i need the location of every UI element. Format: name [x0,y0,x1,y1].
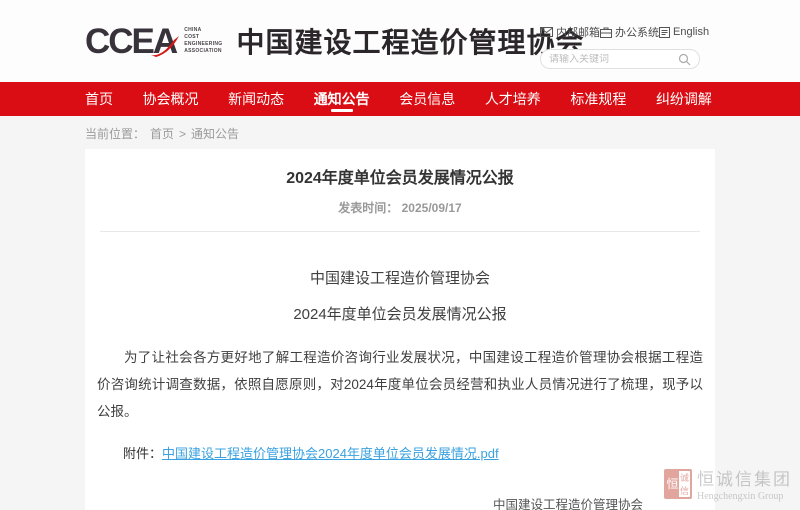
breadcrumb-prefix: 当前位置： [85,125,145,142]
breadcrumb-home-link[interactable]: 首页 [150,125,174,142]
search-box [540,49,700,69]
search-input[interactable] [549,54,678,65]
header-utilities: 内部邮箱 办公系统 English [540,24,700,69]
mail-icon [540,27,553,37]
nav-item-label: 会员信息 [399,89,455,109]
nav-item-about[interactable]: 协会概况 [143,82,199,116]
search-icon [678,53,691,66]
nav-item-label: 通知公告 [314,89,370,109]
translate-icon [659,27,670,38]
attachment-pdf-link[interactable]: 中国建设工程造价管理协会2024年度单位会员发展情况.pdf [162,446,499,461]
nav-item-training[interactable]: 人才培养 [485,82,541,116]
utility-links: 内部邮箱 办公系统 English [540,24,700,40]
nav-item-home[interactable]: 首页 [85,82,113,116]
logo-subline: ENGINEERING [184,41,222,48]
utility-link-label: 办公系统 [615,24,659,40]
breadcrumb-current: 通知公告 [191,125,239,142]
article-heading-org: 中国建设工程造价管理协会 [85,267,715,288]
article-body: 为了让社会各方更好地了解工程造价咨询行业发展状况，中国建设工程造价管理协会根据工… [97,344,703,425]
article-publish-date: 发表时间： 2025/09/17 [85,199,715,216]
nav-item-label: 标准规程 [570,89,626,109]
breadcrumb-separator: > [179,127,186,141]
main-nav: 首页 协会概况 新闻动态 通知公告 会员信息 人才培养 标准规程 纠纷调解 [0,82,800,116]
attachment-label: 附件： [123,446,162,461]
article-heading-title: 2024年度单位会员发展情况公报 [85,303,715,324]
site-header: CCEA CHINA COST ENGINEERING ASSOCIATION … [0,0,800,82]
nav-item-label: 协会概况 [143,89,199,109]
signature-block: 中国建设工程造价管理协会 2025年9月17日 [85,494,715,510]
nav-item-label: 纠纷调解 [656,89,712,109]
signature-name: 中国建设工程造价管理协会 [493,494,643,510]
nav-item-mediation[interactable]: 纠纷调解 [656,82,712,116]
office-system-link[interactable]: 办公系统 [600,24,659,40]
utility-link-label: 内部邮箱 [556,24,600,40]
nav-item-label: 人才培养 [485,89,541,109]
english-link[interactable]: English [659,26,709,38]
logo-subline: ASSOCIATION [184,48,222,55]
logo-subtext: CHINA COST ENGINEERING ASSOCIATION [184,27,222,55]
site-title: 中国建设工程造价管理协会 [237,21,585,61]
nav-item-members[interactable]: 会员信息 [399,82,455,116]
briefcase-icon [600,27,612,38]
internal-mail-link[interactable]: 内部邮箱 [540,24,600,40]
attachment-row: 附件：中国建设工程造价管理协会2024年度单位会员发展情况.pdf [123,443,703,462]
nav-item-news[interactable]: 新闻动态 [228,82,284,116]
nav-item-standards[interactable]: 标准规程 [570,82,626,116]
nav-item-notices[interactable]: 通知公告 [314,82,370,116]
article-title: 2024年度单位会员发展情况公报 [85,149,715,188]
nav-item-label: 首页 [85,89,113,109]
utility-link-label: English [673,26,709,38]
divider [100,231,700,232]
breadcrumb: 当前位置： 首页 > 通知公告 [85,125,800,142]
site-logo[interactable]: CCEA CHINA COST ENGINEERING ASSOCIATION [85,24,223,59]
logo-acronym: CCEA [85,24,176,59]
logo-swoosh-icon [150,36,180,58]
logo-subline: COST [184,34,222,41]
article-card: 2024年度单位会员发展情况公报 发表时间： 2025/09/17 中国建设工程… [85,149,715,510]
search-button[interactable] [678,53,691,66]
nav-item-label: 新闻动态 [228,89,284,109]
logo-subline: CHINA [184,27,222,34]
active-underline [331,109,353,112]
